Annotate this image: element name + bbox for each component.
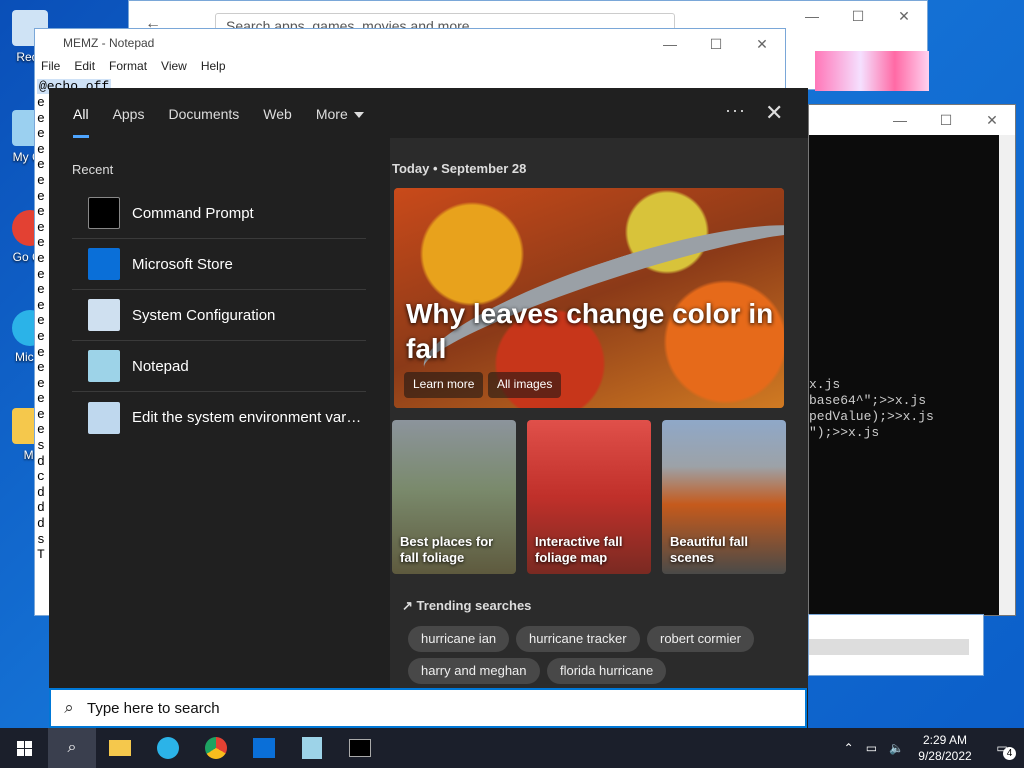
menu-file[interactable]: File (41, 59, 60, 75)
file-explorer-button[interactable] (96, 728, 144, 768)
store-icon (253, 738, 275, 758)
maximize-icon[interactable]: ☐ (923, 105, 969, 135)
hero-title: Why leaves change color in fall (406, 298, 774, 364)
clock[interactable]: 2:29 AM 9/28/2022 (910, 732, 980, 764)
search-icon: ⌕ (64, 698, 74, 717)
windows-search-panel: All Apps Documents Web More ··· ✕ Recent… (49, 88, 808, 728)
trending-chip[interactable]: hurricane ian (408, 626, 510, 652)
command-prompt-icon (349, 739, 371, 757)
tab-more[interactable]: More (304, 106, 376, 138)
today-section: Today • September 28 Why leaves change c… (390, 138, 808, 688)
recent-item-command-prompt[interactable]: Command Prompt (72, 188, 366, 239)
trending-chip[interactable]: harry and meghan (408, 658, 540, 684)
more-options-icon[interactable]: ··· (725, 100, 746, 121)
command-prompt-button[interactable] (336, 728, 384, 768)
recent-item-system-configuration[interactable]: System Configuration (72, 290, 366, 341)
search-icon: ⌕ (67, 739, 77, 756)
network-icon[interactable]: ▭ (860, 741, 883, 755)
recent-item-environment-variables[interactable]: Edit the system environment vari... (72, 392, 366, 443)
menu-help[interactable]: Help (201, 59, 226, 75)
minimize-icon[interactable]: — (877, 105, 923, 135)
volume-icon[interactable]: 🔈 (883, 741, 910, 755)
close-icon[interactable]: ✕ (739, 29, 785, 59)
system-tray: ⌃ ▭ 🔈 2:29 AM 9/28/2022 ▭ 4 (838, 728, 1024, 768)
store-icon (88, 248, 120, 280)
all-images-link[interactable]: All images (488, 372, 562, 398)
card-beautiful-fall-scenes[interactable]: Beautiful fall scenes (662, 420, 786, 574)
chrome-icon (205, 737, 227, 759)
edge-button[interactable] (144, 728, 192, 768)
learn-more-link[interactable]: Learn more (404, 372, 484, 398)
command-prompt-window: — ☐ ✕ x.js base64^";>>x.js pedValue);>>x.j… (808, 104, 1016, 616)
trending-heading: ↗ Trending searches (402, 598, 532, 613)
recent-section: Recent Command Prompt Microsoft Store Sy… (49, 138, 389, 688)
minimize-icon[interactable]: — (789, 1, 835, 31)
menu-edit[interactable]: Edit (74, 59, 95, 75)
trending-chip[interactable]: florida hurricane (547, 658, 667, 684)
date-heading: Today • September 28 (392, 161, 527, 176)
tab-documents[interactable]: Documents (156, 106, 251, 138)
store-button[interactable] (240, 728, 288, 768)
notification-count-badge: 4 (1003, 747, 1016, 760)
menu-view[interactable]: View (161, 59, 187, 75)
close-panel-icon[interactable]: ✕ (765, 100, 783, 126)
system-configuration-icon (88, 299, 120, 331)
close-icon[interactable]: ✕ (881, 1, 927, 31)
trending-arrow-icon: ↗ (402, 598, 413, 613)
tab-all[interactable]: All (61, 106, 101, 138)
maximize-icon[interactable]: ☐ (693, 29, 739, 59)
minimize-icon[interactable]: — (647, 29, 693, 59)
chevron-down-icon (353, 112, 364, 119)
folder-icon (109, 740, 131, 756)
computer-settings-icon (88, 401, 120, 434)
notepad-icon (302, 737, 322, 759)
edge-icon (157, 737, 179, 759)
card-best-places[interactable]: Best places for fall foliage (392, 420, 516, 574)
notepad-icon (88, 350, 120, 382)
close-icon[interactable]: ✕ (969, 105, 1015, 135)
horizontal-scrollbar[interactable] (809, 639, 969, 655)
menu-format[interactable]: Format (109, 59, 147, 75)
command-prompt-icon (88, 197, 120, 229)
tab-apps[interactable]: Apps (101, 106, 157, 138)
taskbar: ⌕ ⌃ ▭ 🔈 2:29 AM 9/28/2022 ▭ 4 (0, 728, 1024, 768)
chrome-button[interactable] (192, 728, 240, 768)
recent-item-microsoft-store[interactable]: Microsoft Store (72, 239, 366, 290)
explorer-window-strip (808, 614, 984, 676)
taskbar-search-input[interactable]: ⌕ Type here to search (49, 688, 807, 728)
hero-card[interactable]: Why leaves change color in fall Learn mo… (394, 188, 784, 408)
start-button[interactable] (0, 728, 48, 768)
notepad-title: MEMZ - Notepad (63, 36, 155, 50)
notepad-button[interactable] (288, 728, 336, 768)
candy-banner-image (815, 51, 929, 91)
windows-logo-icon (16, 740, 32, 756)
card-fall-foliage-map[interactable]: Interactive fall foliage map (527, 420, 651, 574)
trending-chip[interactable]: hurricane tracker (516, 626, 640, 652)
chevron-up-icon[interactable]: ⌃ (838, 741, 860, 755)
trending-chip[interactable]: robert cormier (647, 626, 754, 652)
recent-heading: Recent (72, 162, 114, 177)
notification-icon[interactable]: ▭ 4 (980, 741, 1024, 760)
search-tabs: All Apps Documents Web More (49, 88, 808, 138)
tab-web[interactable]: Web (251, 106, 304, 138)
recent-item-notepad[interactable]: Notepad (72, 341, 366, 392)
console-output: x.js base64^";>>x.js pedValue);>>x.js ")… (809, 377, 934, 440)
maximize-icon[interactable]: ☐ (835, 1, 881, 31)
search-button[interactable]: ⌕ (48, 728, 96, 768)
console-scrollbar[interactable] (999, 135, 1015, 615)
